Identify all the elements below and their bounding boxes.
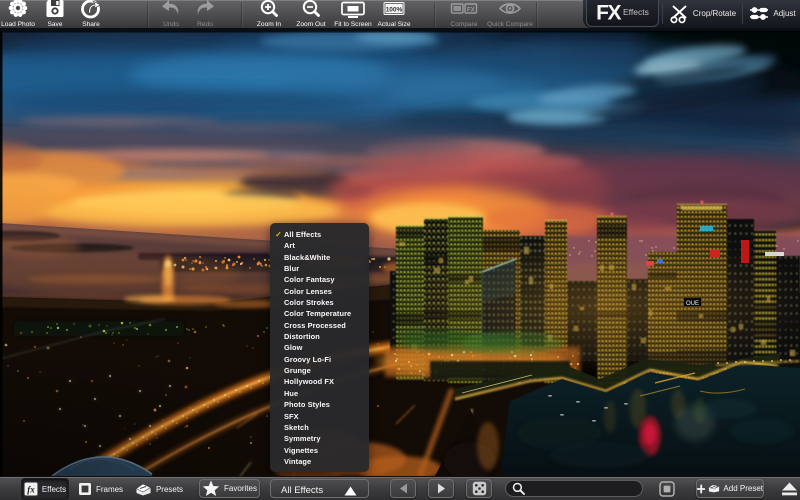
svg-text:OUE: OUE — [686, 301, 699, 307]
svg-text:fx: fx — [27, 485, 35, 495]
svg-text:100%: 100% — [386, 7, 403, 14]
svg-text:FX: FX — [467, 7, 475, 13]
